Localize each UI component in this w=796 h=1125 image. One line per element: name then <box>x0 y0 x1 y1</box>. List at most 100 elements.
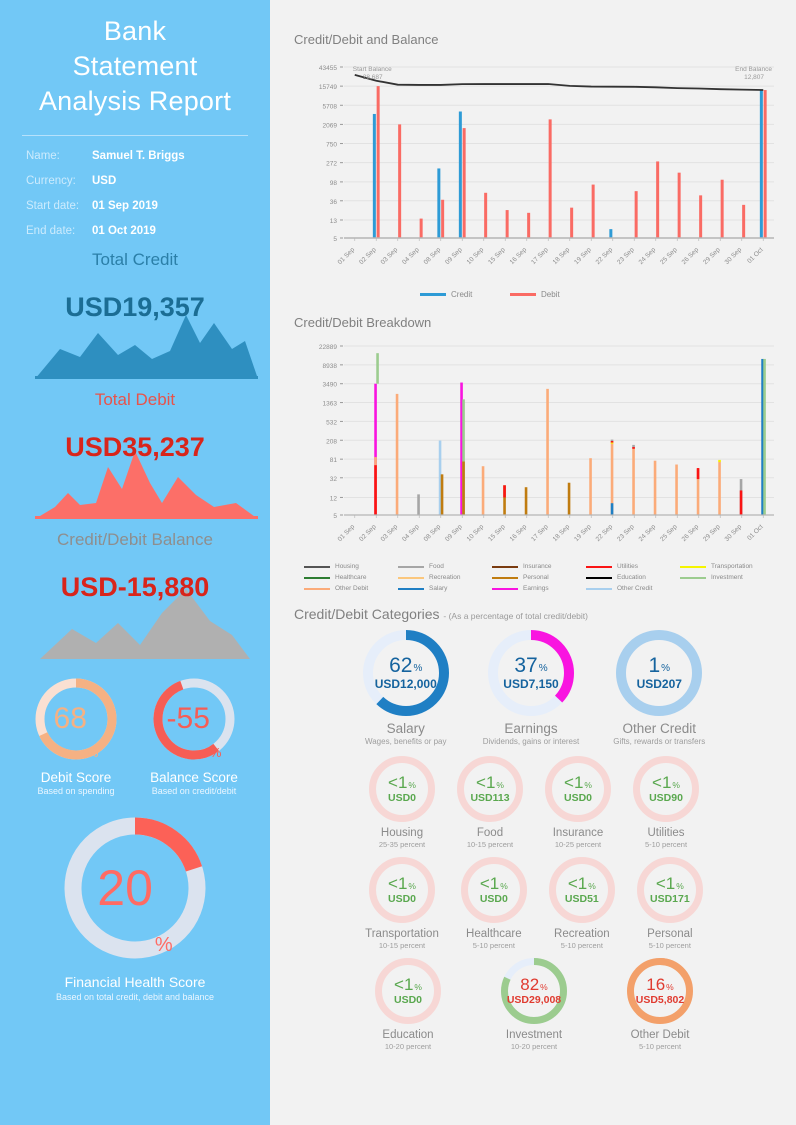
recreation-percent-symbol: % <box>588 880 596 891</box>
category-donut-other-credit: 1% USD207 Other Credit Gifts, rewards or tr… <box>613 630 705 746</box>
transportation-amount: USD0 <box>387 893 416 905</box>
meta-value-currency: USD <box>92 175 117 187</box>
meta-value-name: Samuel T. Briggs <box>92 150 185 162</box>
debit-score-subtitle: Based on spending <box>37 786 115 796</box>
svg-text:26 Sep: 26 Sep <box>681 523 701 543</box>
other-debit-percent-symbol: % <box>666 981 674 992</box>
meta-row-start-date: Start date: 01 Sep 2019 <box>26 200 244 212</box>
category-donut-salary: 62% USD12,000 Salary Wages, benefits or pay <box>362 630 449 746</box>
food-color-swatch <box>398 565 424 568</box>
other-credit-color-swatch <box>586 587 612 590</box>
recreation-amount: USD51 <box>564 893 599 905</box>
debit-score-center: 68 % <box>29 672 123 766</box>
svg-text:5: 5 <box>333 513 337 520</box>
svg-text:208: 208 <box>326 438 337 445</box>
svg-text:01 Sep: 01 Sep <box>337 523 357 543</box>
svg-text:04 Sep: 04 Sep <box>401 523 421 543</box>
earnings-amount: USD7,150 <box>503 677 559 691</box>
category-donut-other-debit: 16% USD5,802 Other Debit 5-10 percent <box>627 958 693 1051</box>
food-label: Food <box>476 827 504 839</box>
earnings-sublabel: Dividends, gains or interest <box>482 737 580 746</box>
svg-text:22 Sep: 22 Sep <box>595 246 615 266</box>
title-line-1: Bank <box>103 16 167 46</box>
insurance-sublabel: 10-25 percent <box>554 840 602 849</box>
legend-label-healthcare: Healthcare <box>335 574 367 581</box>
svg-text:01 Oct: 01 Oct <box>746 523 765 542</box>
debit-score-percent-symbol: % <box>86 745 99 760</box>
legend-label-housing: Housing <box>335 563 359 570</box>
investment-color-swatch <box>680 576 706 579</box>
personal-percent-symbol: % <box>676 880 684 891</box>
balance-score-center: -55 % <box>147 672 241 766</box>
utilities-color-swatch <box>586 565 612 568</box>
legend-item-earnings: Earnings <box>492 585 586 592</box>
legend-label-utilities: Utilities <box>617 563 638 570</box>
legend-item-transportation: Transportation <box>680 563 774 570</box>
financial-health-subtitle: Based on total credit, debit and balance <box>55 992 215 1002</box>
chart2-title: Credit/Debit Breakdown <box>294 315 432 330</box>
education-percent-symbol: % <box>414 981 422 992</box>
personal-sublabel: 5-10 percent <box>648 941 691 950</box>
recreation-color-swatch <box>398 576 424 579</box>
svg-text:09 Sep: 09 Sep <box>444 246 464 266</box>
legend-item-education: Education <box>586 574 680 581</box>
meta-label-end-date: End date: <box>26 225 76 237</box>
healthcare-amount: USD0 <box>479 893 508 905</box>
salary-donut-center: 62% USD12,000 <box>363 630 449 716</box>
investment-sublabel: 10-20 percent <box>510 1042 558 1051</box>
meta-row-name: Name: Samuel T. Briggs <box>26 150 244 162</box>
debit-score-title: Debit Score <box>40 770 112 785</box>
housing-sublabel: 25-35 percent <box>378 840 426 849</box>
main-content: Credit/Debit and Balance 5 13 36 98 272 750 20… <box>270 0 796 1125</box>
salary-percent-value: 62 <box>389 654 413 677</box>
other-debit-label: Other Debit <box>630 1029 690 1041</box>
utilities-label: Utilities <box>647 827 685 839</box>
svg-text:29 Sep: 29 Sep <box>702 246 722 266</box>
score-gauges: 68 % Debit Score Based on spending -55 %… <box>0 672 270 796</box>
healthcare-percent-symbol: % <box>500 880 508 891</box>
other-credit-amount: USD207 <box>636 677 682 691</box>
legend-item-insurance: Insurance <box>492 563 586 570</box>
personal-label: Personal <box>647 928 693 940</box>
investment-percent-value: 82 <box>520 975 540 994</box>
balance-score-gauge: -55 % Balance Score Based on credit/debi… <box>147 672 241 796</box>
housing-donut-center: <1% USD0 <box>369 756 435 822</box>
education-percent-value: <1 <box>394 975 414 994</box>
chart1-title: Credit/Debit and Balance <box>294 32 439 47</box>
svg-text:3490: 3490 <box>323 382 338 389</box>
education-color-swatch <box>586 576 612 579</box>
svg-text:08 Sep: 08 Sep <box>423 523 443 543</box>
legend-item-investment: Investment <box>680 574 774 581</box>
svg-text:01 Oct: 01 Oct <box>746 246 765 265</box>
insurance-label: Insurance <box>552 827 604 839</box>
credit-category-donuts: 62% USD12,000 Salary Wages, benefits or pay… <box>270 622 796 746</box>
svg-text:8938: 8938 <box>323 363 338 370</box>
other-credit-sublabel: Gifts, rewards or transfers <box>613 737 706 746</box>
personal-color-swatch <box>492 576 518 579</box>
transportation-percent-symbol: % <box>408 880 416 891</box>
category-donut-healthcare: <1% USD0 Healthcare 5-10 percent <box>460 857 527 950</box>
svg-text:17 Sep: 17 Sep <box>530 246 550 266</box>
healthcare-color-swatch <box>304 576 330 579</box>
svg-text:19 Sep: 19 Sep <box>573 523 593 543</box>
education-amount: USD0 <box>393 994 422 1006</box>
balance-score-percent-symbol: % <box>209 745 222 760</box>
svg-text:15 Sep: 15 Sep <box>487 246 507 266</box>
svg-text:15749: 15749 <box>319 84 337 91</box>
housing-color-swatch <box>304 565 330 568</box>
svg-text:03 Sep: 03 Sep <box>380 523 400 543</box>
other-credit-donut-center: 1% USD207 <box>613 630 705 716</box>
legend-item-debit: Debit <box>510 290 600 299</box>
legend-item-healthcare: Healthcare <box>304 574 398 581</box>
recreation-donut-center: <1% USD51 <box>549 857 615 923</box>
legend-item-recreation: Recreation <box>398 574 492 581</box>
legend-label-debit: Debit <box>541 290 560 299</box>
categories-title-text: Credit/Debit Categories <box>294 606 440 622</box>
debit-score-gauge: 68 % Debit Score Based on spending <box>29 672 123 796</box>
svg-text:24 Sep: 24 Sep <box>638 246 658 266</box>
legend-label-salary: Salary <box>429 585 448 592</box>
svg-text:02 Sep: 02 Sep <box>358 523 378 543</box>
credit-debit-balance-stat: Credit/Debit Balance USD-15,880 <box>0 530 270 666</box>
balance-value: USD-15,880 <box>60 572 210 602</box>
housing-percent-value: <1 <box>388 773 408 792</box>
